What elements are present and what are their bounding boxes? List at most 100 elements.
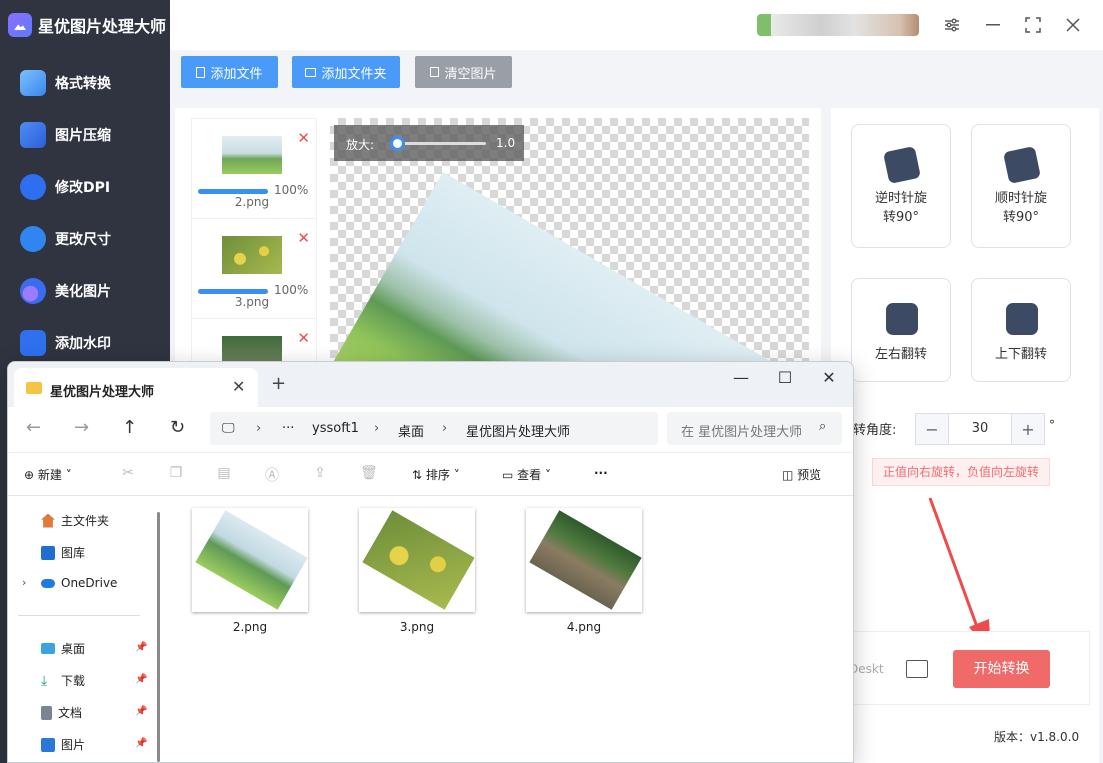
back-icon[interactable]: ←: [26, 417, 41, 438]
chevron-right-icon[interactable]: ›: [22, 576, 26, 589]
settings-icon[interactable]: [937, 10, 967, 40]
sidebar-item-beautify[interactable]: 美化图片: [0, 265, 170, 317]
rotate-ccw-button[interactable]: 逆时针旋 转90°: [851, 124, 951, 248]
view-button[interactable]: ▭ 查看 ˅: [502, 466, 551, 483]
forward-icon[interactable]: →: [74, 417, 89, 438]
pin-icon[interactable]: 📌: [135, 674, 147, 685]
search-icon: ⌕: [819, 419, 827, 434]
increment-button[interactable]: +: [1012, 414, 1044, 444]
file-name[interactable]: 2.png: [192, 620, 308, 634]
sidebar-item-compress[interactable]: 图片压缩: [0, 109, 170, 161]
paste-icon[interactable]: ▤: [216, 465, 232, 481]
add-folder-label: 添加文件夹: [321, 66, 387, 82]
chevron-right-icon: ›: [442, 421, 448, 436]
flip-vertical-button[interactable]: 上下翻转: [971, 278, 1071, 382]
nav-label: 桌面: [61, 642, 86, 656]
user-info[interactable]: [757, 14, 919, 36]
delete-icon[interactable]: 🗑: [360, 465, 378, 481]
search-input[interactable]: 在 星优图片处理大师 ⌕: [667, 412, 842, 445]
rename-icon[interactable]: Ⓐ: [264, 465, 280, 484]
up-icon[interactable]: ↑: [122, 417, 137, 438]
add-file-button[interactable]: 添加文件: [181, 56, 278, 88]
sidebar-item-format[interactable]: 格式转换: [0, 57, 170, 109]
list-item[interactable]: ✕ 100% 3.png: [192, 219, 316, 319]
nav-item-home[interactable]: 主文件夹: [41, 512, 109, 529]
pin-icon[interactable]: 📌: [135, 642, 147, 653]
pin-icon[interactable]: 📌: [135, 706, 147, 717]
sidebar-item-dpi[interactable]: 修改DPI: [0, 161, 170, 213]
nav-item-documents[interactable]: 文档: [41, 704, 82, 721]
nav-item-gallery[interactable]: 图库: [41, 544, 85, 561]
close-icon[interactable]: ✕: [814, 368, 844, 387]
app-title: 星优图片处理大师: [38, 17, 167, 36]
logo-icon: [8, 13, 32, 37]
zoom-slider-handle[interactable]: [390, 136, 405, 151]
angle-input[interactable]: 30: [948, 414, 1012, 444]
share-icon[interactable]: ⇪: [312, 465, 328, 481]
list-item[interactable]: ✕ 100% 2.png: [192, 119, 316, 219]
breadcrumb-folder[interactable]: 星优图片处理大师: [466, 421, 570, 440]
zoom-label: 放大:: [346, 138, 375, 152]
nav-label: 图片: [61, 738, 86, 752]
nav-item-pictures[interactable]: 图片: [41, 736, 85, 753]
open-folder-icon[interactable]: [906, 660, 928, 678]
maximize-icon[interactable]: ☐: [770, 368, 800, 387]
output-path-input[interactable]: Deskt: [849, 662, 884, 676]
flip-horizontal-icon: [886, 303, 918, 335]
flip-horizontal-button[interactable]: 左右翻转: [851, 278, 951, 382]
rotate-cw-button[interactable]: 顺时针旋 转90°: [971, 124, 1071, 248]
nav-item-desktop[interactable]: 桌面: [41, 640, 85, 657]
sidebar-item-label: 更改尺寸: [55, 232, 111, 248]
more-options-button[interactable]: ···: [594, 466, 608, 480]
app-logo: 星优图片处理大师: [0, 0, 170, 50]
file-thumbnail[interactable]: [359, 508, 475, 612]
nav-label: OneDrive: [61, 576, 118, 590]
file-explorer-window: 星优图片处理大师 ✕ + — ☐ ✕ ← → ↑ ↻ 🖵 › ··· yssof…: [7, 361, 854, 763]
fullscreen-icon[interactable]: [1018, 10, 1048, 40]
minimize-icon[interactable]: [978, 10, 1008, 40]
decrement-button[interactable]: −: [916, 414, 948, 444]
rotation-hint: 正值向右旋转，负值向左旋转: [872, 458, 1050, 486]
remove-icon[interactable]: ✕: [297, 329, 310, 347]
start-convert-button[interactable]: 开始转换: [953, 650, 1050, 688]
file-name[interactable]: 3.png: [359, 620, 475, 634]
divider: [18, 615, 140, 616]
minimize-icon[interactable]: —: [726, 368, 756, 387]
scrollbar[interactable]: [157, 512, 160, 762]
pin-icon[interactable]: 📌: [135, 738, 147, 749]
address-bar[interactable]: 🖵 › ··· yssoft1 › 桌面 › 星优图片处理大师: [210, 412, 658, 445]
new-tab-icon[interactable]: +: [271, 373, 286, 394]
cut-icon[interactable]: ✂: [120, 465, 136, 481]
sort-button[interactable]: ⇅ 排序 ˅: [412, 466, 460, 483]
file-name[interactable]: 4.png: [526, 620, 642, 634]
copy-icon[interactable]: ❐: [168, 465, 184, 481]
add-folder-button[interactable]: 添加文件夹: [292, 56, 400, 88]
clear-images-button[interactable]: 清空图片: [415, 56, 512, 88]
flip-vertical-icon: [1006, 303, 1038, 335]
tab-close-icon[interactable]: ✕: [232, 377, 245, 396]
thumbnail: [222, 236, 282, 274]
new-button[interactable]: ⊕ 新建 ˅: [24, 466, 72, 483]
refresh-icon[interactable]: ↻: [170, 417, 185, 438]
file-thumbnail[interactable]: [526, 508, 642, 612]
breadcrumb-desktop[interactable]: 桌面: [398, 421, 424, 440]
nav-item-onedrive[interactable]: OneDrive: [41, 576, 117, 590]
remove-icon[interactable]: ✕: [297, 229, 310, 247]
sidebar-item-resize[interactable]: 更改尺寸: [0, 213, 170, 265]
watermark-icon: [20, 330, 46, 356]
explorer-tab[interactable]: 星优图片处理大师 ✕: [14, 368, 258, 407]
nav-item-downloads[interactable]: ⤓ 下载: [41, 672, 85, 689]
chevron-right-icon: ›: [256, 421, 262, 436]
file-thumbnail[interactable]: [192, 508, 308, 612]
trash-icon: [430, 67, 440, 77]
close-icon[interactable]: [1058, 10, 1088, 40]
image-format-icon: [20, 70, 46, 96]
beautify-icon: [20, 278, 46, 304]
breadcrumb-yssoft1[interactable]: yssoft1: [312, 421, 359, 436]
command-bar: ⊕ 新建 ˅ ✂ ❐ ▤ Ⓐ ⇪ 🗑 ⇅ 排序 ˅ ▭ 查看 ˅ ··· ◫ 预…: [8, 452, 853, 496]
more-icon[interactable]: ···: [282, 421, 294, 436]
remove-icon[interactable]: ✕: [297, 129, 310, 147]
preview-button[interactable]: ◫ 预览: [782, 466, 821, 483]
image-preview: [529, 510, 642, 610]
zoom-slider[interactable]: [394, 142, 486, 145]
